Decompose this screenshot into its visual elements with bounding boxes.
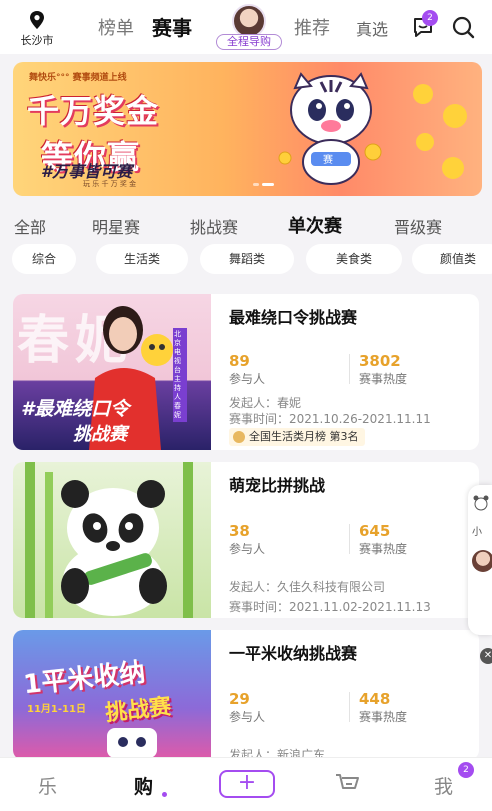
- heat-count: 448: [359, 690, 391, 708]
- side-widget-label: 小: [472, 527, 482, 538]
- category-tabs: 全部 明星赛 挑战赛 单次赛 晋级赛: [0, 206, 492, 240]
- event-card[interactable]: 1平米收纳 11月1-11日 挑战赛 一平米收纳挑战赛 29 参与人 448 赛…: [13, 630, 479, 760]
- floating-side-widget[interactable]: 小: [468, 485, 492, 635]
- panda-toy-icon: [25, 462, 193, 618]
- chip-overall[interactable]: 综合: [12, 244, 76, 274]
- active-dot: [162, 792, 167, 797]
- tab-advance[interactable]: 晋级赛: [394, 214, 442, 238]
- tab-all[interactable]: 全部: [14, 214, 46, 238]
- bottom-tab-shop[interactable]: 购: [134, 772, 153, 799]
- heat-count: 645: [359, 522, 391, 540]
- participants-count: 89: [229, 352, 250, 370]
- tab-single[interactable]: 单次赛: [288, 212, 342, 238]
- tab-star[interactable]: 明星赛: [92, 214, 140, 238]
- location-pin-icon: [30, 11, 44, 29]
- event-thumbnail: 1平米收纳 11月1-11日 挑战赛: [13, 630, 211, 760]
- banner-dot-2[interactable]: [262, 183, 274, 186]
- svg-text:赛: 赛: [323, 153, 333, 166]
- search-button[interactable]: [450, 14, 476, 40]
- event-title: 一平米收纳挑战赛: [229, 644, 358, 663]
- heat-count: 3802: [359, 352, 401, 370]
- message-button[interactable]: 2: [410, 10, 438, 40]
- heat-label: 赛事热度: [359, 710, 408, 724]
- event-time: 赛事时间：2021.11.02-2021.11.13: [229, 600, 431, 614]
- event-initiator: 发起人：春妮: [229, 396, 302, 410]
- tiger-mascot-icon: 赛: [278, 72, 382, 185]
- thumb-line-2: 挑战赛: [73, 424, 127, 445]
- bear-icon: [473, 495, 489, 511]
- bottom-nav: 乐 购 + 我 2: [0, 757, 492, 811]
- subcategory-chips: 综合 生活类 舞蹈类 美食类 颜值类: [0, 244, 492, 276]
- bottom-tab-me[interactable]: 我: [434, 772, 453, 799]
- event-time: 赛事时间：2021.10.26-2021.11.11: [229, 412, 431, 426]
- thumb-tag: 北京电视台主持人 春妮: [173, 328, 187, 422]
- banner-brand: 舞快乐°°° 赛事频道上线: [29, 73, 127, 83]
- cart-icon[interactable]: [334, 772, 360, 796]
- participants-count: 29: [229, 690, 250, 708]
- chip-dance[interactable]: 舞蹈类: [200, 244, 294, 274]
- stat-divider: [349, 524, 350, 554]
- event-initiator: 发起人：久佳久科技有限公司: [229, 580, 386, 594]
- thumb-sub: 11月1-11日: [27, 704, 86, 715]
- search-icon: [452, 16, 475, 39]
- chip-looks[interactable]: 颜值类: [412, 244, 492, 274]
- location-label: 长沙市: [20, 34, 54, 47]
- close-icon[interactable]: ✕: [480, 648, 492, 664]
- event-card[interactable]: 春妮 北京电视台主持人 春妮 #最难绕口令 挑战赛 最难绕口令挑战赛 89 参与…: [13, 294, 479, 450]
- tab-recommend[interactable]: 推荐: [294, 14, 330, 40]
- rank-badge: 全国生活类月榜 第3名: [229, 428, 365, 446]
- stat-divider: [349, 692, 350, 722]
- medal-icon: [233, 431, 245, 443]
- add-button[interactable]: +: [219, 770, 275, 798]
- tab-events[interactable]: 赛事: [152, 12, 192, 41]
- event-title: 萌宠比拼挑战: [229, 476, 326, 495]
- chip-life[interactable]: 生活类: [96, 244, 188, 274]
- heat-label: 赛事热度: [359, 372, 408, 386]
- participants-label: 参与人: [229, 710, 266, 724]
- participants-label: 参与人: [229, 542, 266, 556]
- participants-count: 38: [229, 522, 250, 540]
- banner-dot-1[interactable]: [253, 183, 259, 186]
- banner-slogan-sub: 玩 乐 千 万 奖 金: [83, 180, 137, 188]
- thumb-line-1: #最难绕口令: [21, 398, 130, 420]
- me-badge: 2: [458, 762, 474, 778]
- promo-banner[interactable]: 舞快乐°°° 赛事频道上线 千万奖金 等你赢 #万事皆可赛 玩 乐 千 万 奖 …: [13, 62, 482, 196]
- banner-pagination: [253, 171, 277, 190]
- side-avatar: [472, 550, 492, 572]
- guide-avatar: [232, 4, 266, 38]
- event-thumbnail: 春妮 北京电视台主持人 春妮 #最难绕口令 挑战赛: [13, 294, 211, 450]
- tab-zhenxuan[interactable]: 真选: [356, 16, 388, 40]
- event-thumbnail: [13, 462, 211, 618]
- location-selector[interactable]: 长沙市: [12, 10, 62, 48]
- robot-mascot-icon: [107, 728, 157, 758]
- event-card[interactable]: 萌宠比拼挑战 38 参与人 645 赛事热度 发起人：久佳久科技有限公司 赛事时…: [13, 462, 479, 618]
- top-nav-bar: 长沙市 榜单 赛事 全程导购 推荐 真选 2: [0, 0, 492, 54]
- chip-food[interactable]: 美食类: [306, 244, 402, 274]
- event-title: 最难绕口令挑战赛: [229, 308, 358, 327]
- message-badge: 2: [422, 10, 438, 26]
- shopping-guide-button[interactable]: 全程导购: [214, 4, 284, 52]
- tab-challenge[interactable]: 挑战赛: [190, 214, 238, 238]
- heat-label: 赛事热度: [359, 542, 408, 556]
- bottom-tab-fun[interactable]: 乐: [38, 772, 57, 799]
- rank-text: 全国生活类月榜 第3名: [249, 430, 359, 443]
- emoji-coins-icon: [413, 84, 467, 179]
- tab-ranking[interactable]: 榜单: [98, 14, 134, 40]
- stat-divider: [349, 354, 350, 384]
- participants-label: 参与人: [229, 372, 266, 386]
- guide-label: 全程导购: [216, 34, 282, 50]
